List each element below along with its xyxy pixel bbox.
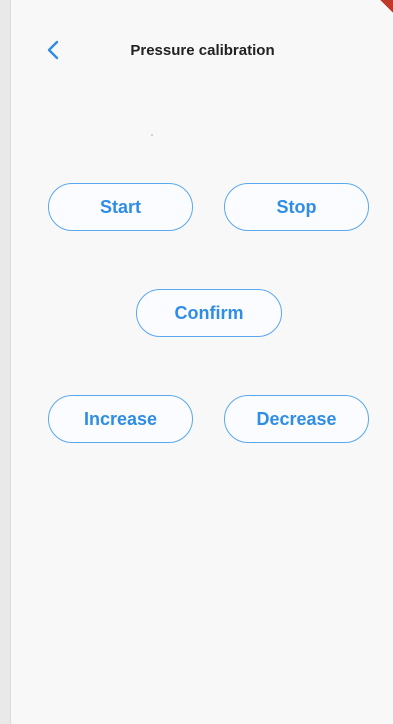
- start-button[interactable]: Start: [48, 183, 193, 231]
- page-title: Pressure calibration: [130, 42, 275, 59]
- corner-marker: [379, 0, 393, 14]
- header-bar: Pressure calibration: [11, 30, 393, 74]
- decrease-button[interactable]: Decrease: [224, 395, 369, 443]
- stop-button[interactable]: Stop: [224, 183, 369, 231]
- increase-button[interactable]: Increase: [48, 395, 193, 443]
- decorative-dot: [151, 134, 153, 136]
- confirm-button[interactable]: Confirm: [136, 289, 282, 337]
- app-screen: Pressure calibration Start Stop Confirm …: [10, 0, 393, 724]
